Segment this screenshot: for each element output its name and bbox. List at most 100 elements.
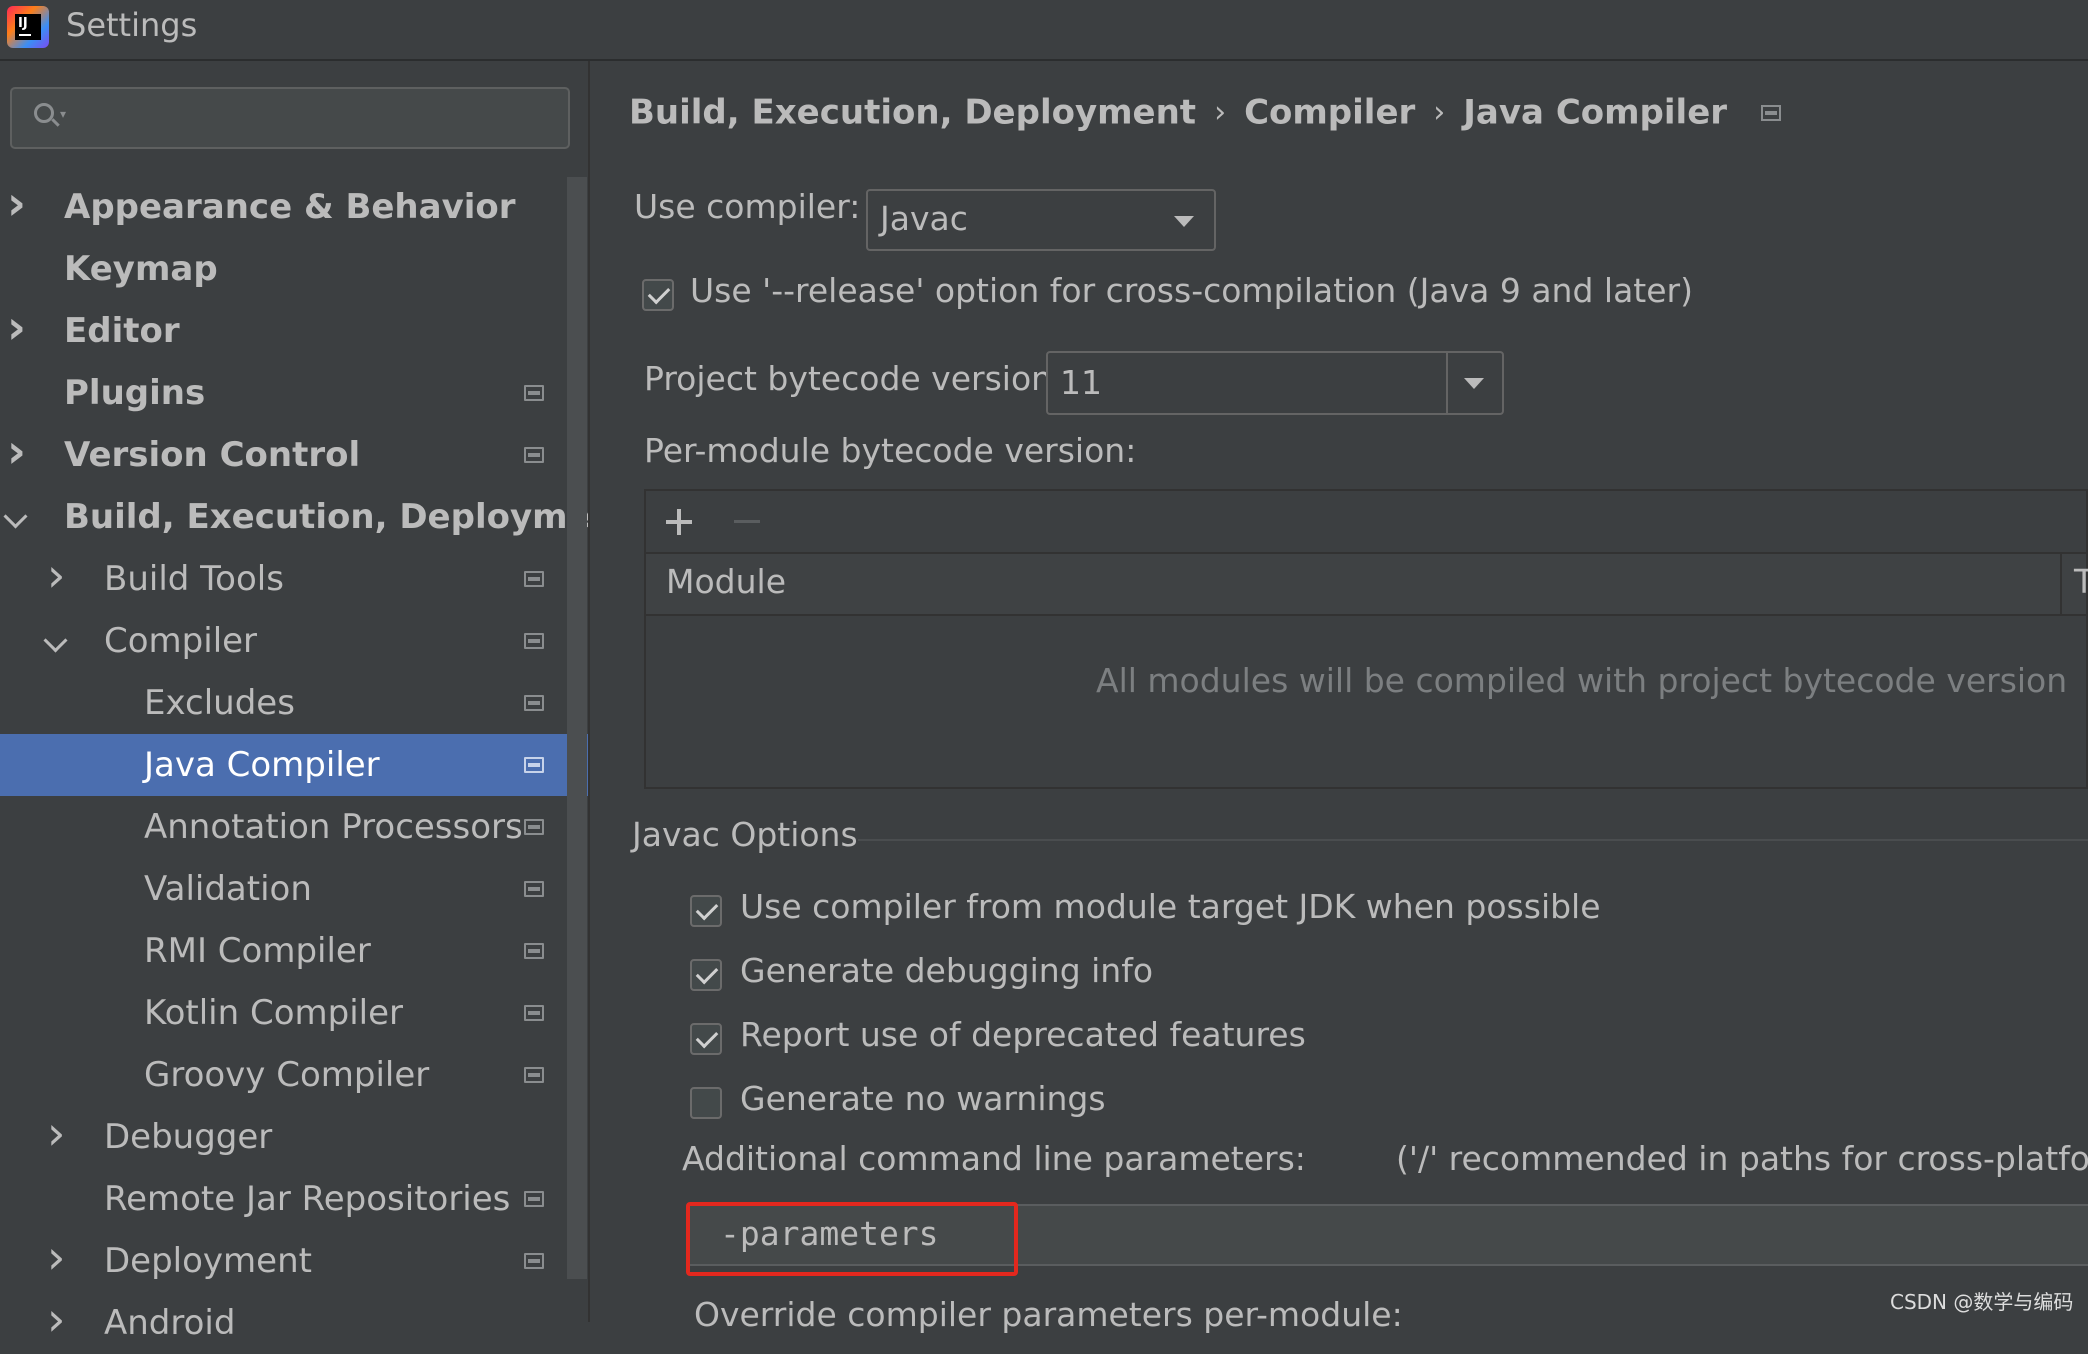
sidebar-item-label: Debugger — [104, 1117, 273, 1157]
sidebar-item-editor[interactable]: Editor — [0, 296, 588, 362]
use-compiler-value: Javac — [880, 199, 968, 238]
project-scope-icon — [524, 881, 544, 897]
sidebar-item-label: Appearance & Behavior — [64, 187, 516, 227]
breadcrumb-separator: › — [1214, 95, 1227, 130]
remove-icon[interactable] — [734, 520, 760, 523]
sidebar-item-annotation-processors[interactable]: Annotation Processors — [0, 796, 588, 858]
settings-main-panel: Build, Execution, Deployment › Compiler › Ja… — [590, 61, 2088, 1334]
generate-debug-info-label[interactable]: Generate debugging info — [740, 951, 1153, 990]
sidebar-item-label: Java Compiler — [144, 745, 380, 785]
project-scope-icon — [524, 447, 544, 463]
sidebar-item-groovy-compiler[interactable]: Groovy Compiler — [0, 1044, 588, 1106]
search-options-caret-icon: ▾ — [60, 107, 67, 121]
sidebar-item-validation[interactable]: Validation — [0, 858, 588, 920]
sidebar-item-rmi-compiler[interactable]: RMI Compiler — [0, 920, 588, 982]
sidebar-scrollbar[interactable] — [567, 177, 587, 1279]
breadcrumb-item-compiler[interactable]: Compiler — [1244, 93, 1415, 133]
use-compiler-label: Use compiler: — [634, 187, 861, 226]
annotation-highlight-box — [686, 1202, 1018, 1276]
use-compiler-select[interactable]: Javac — [866, 189, 1216, 251]
javac-options-title: Javac Options — [632, 815, 858, 854]
add-icon[interactable] — [666, 509, 692, 535]
sidebar-item-build-execution-deployment[interactable]: Build, Execution, Deployment — [0, 486, 631, 548]
sidebar-item-label: Groovy Compiler — [144, 1055, 430, 1095]
release-option-checkbox[interactable] — [642, 279, 674, 311]
per-module-bytecode-table: Module T All modules will be compiled wi… — [644, 489, 2088, 789]
sidebar-item-label: Build, Execution, Deployment — [64, 497, 632, 537]
sidebar-item-kotlin-compiler[interactable]: Kotlin Compiler — [0, 982, 588, 1044]
sidebar-item-label: Deployment — [104, 1241, 312, 1281]
sidebar-item-label: Build Tools — [104, 559, 284, 599]
generate-no-warnings-checkbox[interactable] — [690, 1087, 722, 1119]
sidebar-item-label: Keymap — [64, 249, 218, 289]
project-bytecode-dropdown-button[interactable] — [1446, 353, 1502, 413]
project-scope-icon — [524, 695, 544, 711]
table-toolbar — [646, 491, 2086, 554]
sidebar-item-appearance-behavior[interactable]: Appearance & Behavior — [0, 172, 588, 238]
project-scope-icon — [524, 1067, 544, 1083]
sidebar-item-plugins[interactable]: Plugins — [0, 362, 588, 424]
sidebar-item-label: Remote Jar Repositories — [104, 1179, 511, 1219]
search-input[interactable]: ▾ — [10, 87, 570, 149]
sidebar-item-label: Excludes — [144, 683, 295, 723]
column-header-target[interactable]: T — [2074, 562, 2088, 601]
project-scope-icon — [524, 757, 544, 773]
project-scope-icon — [1761, 104, 1782, 121]
project-scope-icon — [524, 819, 544, 835]
breadcrumb-item-build[interactable]: Build, Execution, Deployment — [629, 93, 1196, 133]
table-empty-text: All modules will be compiled with projec… — [1096, 661, 2068, 700]
sidebar-item-keymap[interactable]: Keymap — [0, 238, 588, 300]
per-module-bytecode-label: Per-module bytecode version: — [644, 431, 1137, 470]
generate-no-warnings-label[interactable]: Generate no warnings — [740, 1079, 1106, 1118]
generate-debug-info-checkbox[interactable] — [690, 959, 722, 991]
settings-sidebar: ▾ Appearance & Behavior Keymap Editor Plugi… — [0, 61, 631, 1350]
project-scope-icon — [524, 385, 544, 401]
sidebar-item-label: Validation — [144, 869, 312, 909]
sidebar-item-version-control[interactable]: Version Control — [0, 420, 588, 486]
intellij-logo-icon: IJ — [7, 6, 49, 48]
group-divider — [858, 839, 2088, 841]
sidebar-item-deployment[interactable]: Deployment — [0, 1226, 588, 1292]
sidebar-item-label: Version Control — [64, 435, 361, 475]
project-scope-icon — [524, 1191, 544, 1207]
project-scope-icon — [524, 1253, 544, 1269]
window-title: Settings — [66, 6, 198, 44]
use-module-target-jdk-label[interactable]: Use compiler from module target JDK when… — [740, 887, 1601, 926]
column-header-module[interactable]: Module — [666, 562, 786, 601]
column-separator[interactable] — [2060, 554, 2062, 614]
sidebar-item-label: Compiler — [104, 621, 258, 661]
chevron-down-icon — [1174, 216, 1194, 227]
report-deprecated-label[interactable]: Report use of deprecated features — [740, 1015, 1306, 1054]
release-option-label[interactable]: Use '--release' option for cross-compila… — [690, 271, 1693, 310]
override-params-label: Override compiler parameters per-module: — [694, 1295, 1403, 1334]
sidebar-item-excludes[interactable]: Excludes — [0, 672, 588, 734]
sidebar-item-debugger[interactable]: Debugger — [0, 1102, 588, 1168]
project-scope-icon — [524, 633, 544, 649]
sidebar-item-label: Annotation Processors — [144, 807, 523, 847]
project-bytecode-label: Project bytecode version: — [644, 359, 1064, 398]
additional-params-hint: ('/' recommended in paths for cross-plat… — [1396, 1139, 2088, 1178]
table-header: Module T — [646, 554, 2088, 616]
project-scope-icon — [524, 1005, 544, 1021]
breadcrumb-separator: › — [1433, 95, 1446, 130]
project-bytecode-select[interactable]: 11 — [1046, 351, 1504, 415]
sidebar-item-label: Plugins — [64, 373, 206, 413]
sidebar-item-android[interactable]: Android — [0, 1288, 588, 1354]
breadcrumb: Build, Execution, Deployment › Compiler › Ja… — [629, 91, 1782, 133]
sidebar-item-compiler[interactable]: Compiler — [0, 610, 588, 672]
additional-params-label: Additional command line parameters: — [682, 1139, 1306, 1178]
sidebar-item-label: Kotlin Compiler — [144, 993, 404, 1033]
sidebar-item-java-compiler[interactable]: Java Compiler — [0, 734, 588, 796]
watermark: CSDN @数学与编码 — [1890, 1290, 2074, 1314]
project-bytecode-value: 11 — [1060, 363, 1102, 402]
project-scope-icon — [524, 571, 544, 587]
chevron-down-icon — [1464, 378, 1484, 389]
breadcrumb-item-java-compiler: Java Compiler — [1463, 92, 1728, 133]
sidebar-item-build-tools[interactable]: Build Tools — [0, 544, 588, 610]
report-deprecated-checkbox[interactable] — [690, 1023, 722, 1055]
project-scope-icon — [524, 943, 544, 959]
sidebar-item-label: RMI Compiler — [144, 931, 371, 971]
search-icon — [34, 103, 54, 123]
use-module-target-jdk-checkbox[interactable] — [690, 895, 722, 927]
sidebar-item-remote-jar-repositories[interactable]: Remote Jar Repositories — [0, 1168, 588, 1230]
